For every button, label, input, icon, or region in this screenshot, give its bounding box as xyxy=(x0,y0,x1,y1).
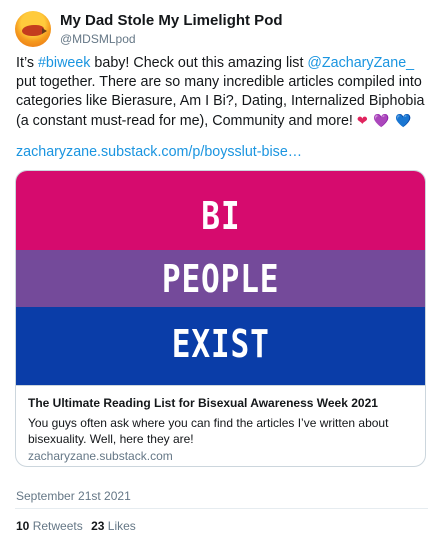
avatar[interactable] xyxy=(15,11,51,47)
tweet-text-segment: It’s xyxy=(16,55,38,71)
pink-heart-icon: ❤ xyxy=(356,113,369,128)
tweet-stats: 10 Retweets 23 Likes xyxy=(16,519,141,533)
tweet-header: My Dad Stole My Limelight Pod @MDSMLpod xyxy=(15,11,283,47)
link-preview-card[interactable]: BI PEOPLE EXIST The Ultimate Reading Lis… xyxy=(15,170,426,467)
likes-stat[interactable]: 23 Likes xyxy=(91,519,136,533)
flag-word: EXIST xyxy=(171,322,270,366)
likes-count: 23 xyxy=(91,519,105,533)
flag-stripe-pink: BI xyxy=(16,171,425,250)
tweet-text: It’s #biweek baby! Check out this amazin… xyxy=(16,54,428,131)
mention-link[interactable]: @ZacharyZane_ xyxy=(307,55,414,71)
flag-stripe-blue: EXIST xyxy=(16,307,425,385)
card-domain: zacharyzane.substack.com xyxy=(28,449,173,463)
likes-label: Likes xyxy=(107,519,136,533)
avatar-bird-graphic xyxy=(22,25,44,36)
blue-heart-icon: 💙 xyxy=(395,113,413,128)
flag-word: BI xyxy=(200,193,241,238)
retweets-count: 10 xyxy=(16,519,30,533)
article-url-link[interactable]: zacharyzane.substack.com/p/boysslut-bise… xyxy=(16,144,302,160)
author-handle[interactable]: @MDSMLpod xyxy=(60,32,283,46)
divider xyxy=(15,508,428,509)
hashtag-link[interactable]: #biweek xyxy=(38,55,90,71)
retweets-stat[interactable]: 10 Retweets xyxy=(16,519,83,533)
card-description: You guys often ask where you can find th… xyxy=(28,416,389,446)
tweet: My Dad Stole My Limelight Pod @MDSMLpod … xyxy=(0,0,443,541)
author-display-name[interactable]: My Dad Stole My Limelight Pod xyxy=(60,12,283,30)
tweet-text-segment: baby! Check out this amazing list xyxy=(90,55,308,71)
flag-stripe-purple: PEOPLE xyxy=(16,250,425,307)
retweets-label: Retweets xyxy=(32,519,83,533)
card-title: The Ultimate Reading List for Bisexual A… xyxy=(28,396,378,410)
avatar-beak-graphic xyxy=(42,28,47,34)
purple-heart-icon: 💜 xyxy=(373,113,391,128)
author-names: My Dad Stole My Limelight Pod @MDSMLpod xyxy=(60,12,283,46)
card-image-bi-flag: BI PEOPLE EXIST xyxy=(16,171,425,385)
heart-emojis: ❤ 💜 💙 xyxy=(357,113,413,128)
tweet-timestamp[interactable]: September 21st 2021 xyxy=(16,489,131,503)
card-info: The Ultimate Reading List for Bisexual A… xyxy=(16,385,425,466)
flag-word: PEOPLE xyxy=(161,256,280,301)
